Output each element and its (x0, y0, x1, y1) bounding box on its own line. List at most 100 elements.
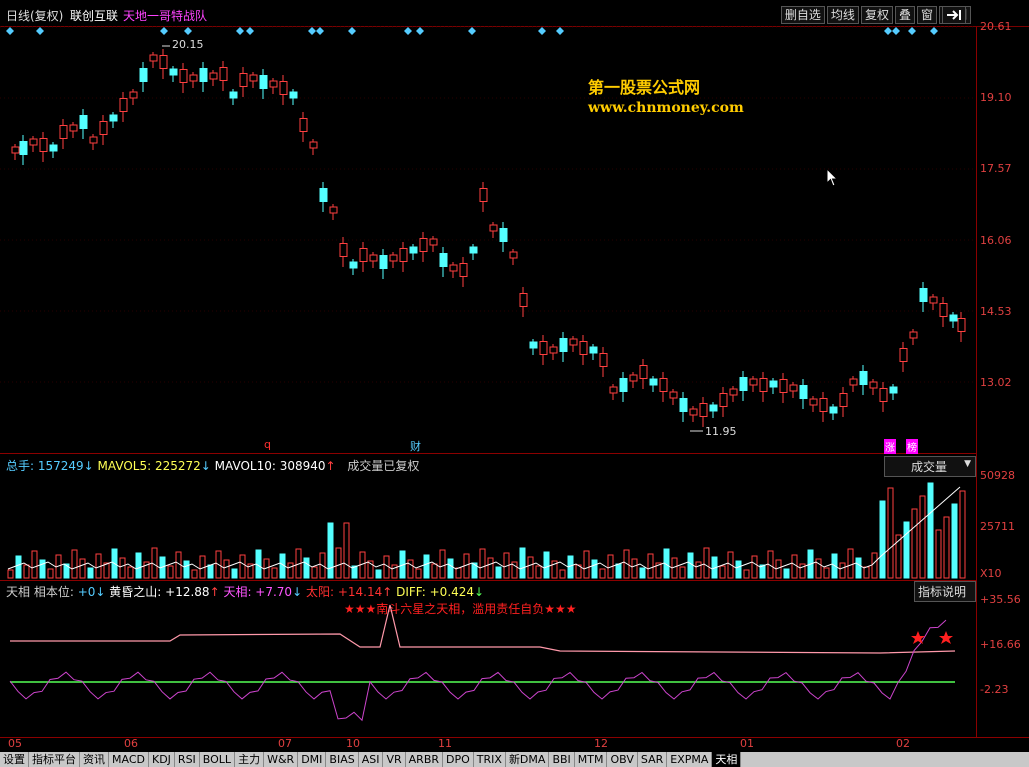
indicator-tab[interactable]: BBI (549, 752, 575, 767)
signal-diamond-icon (908, 27, 916, 35)
indicator-tab[interactable]: EXPMA (667, 752, 713, 767)
candle-body (11, 146, 20, 154)
indicator-tab[interactable]: DPO (443, 752, 474, 767)
volume-bar (31, 550, 38, 579)
indicator-tab[interactable]: ASI (359, 752, 384, 767)
volume-bar (119, 557, 126, 579)
volume-bar (519, 547, 526, 579)
indicator-tab[interactable]: DMI (298, 752, 327, 767)
candle-body (839, 393, 848, 407)
volume-bar (127, 566, 134, 579)
price-axis-label: 19.10 (980, 91, 1012, 104)
candle-body (719, 393, 728, 407)
volume-bar (647, 553, 654, 579)
indicator-tab[interactable]: 指标平台 (29, 752, 80, 767)
indicator-tab[interactable]: 主力 (235, 752, 265, 767)
volume-bar (591, 559, 598, 579)
signal-diamond-icon (892, 27, 900, 35)
candlestick-chart[interactable] (0, 0, 976, 453)
volume-bar (135, 552, 142, 579)
candle-body (957, 318, 966, 332)
volume-bar (783, 568, 790, 579)
volume-bar (543, 551, 550, 579)
volume-bar (47, 568, 54, 579)
volume-bar (719, 565, 726, 579)
volume-bar (927, 482, 934, 579)
x-axis-line (0, 737, 1029, 738)
volume-bar (495, 566, 502, 579)
candle-body (939, 303, 948, 317)
candle-body (929, 296, 938, 304)
volume-bar (631, 558, 638, 579)
signal-diamond-icon (184, 27, 192, 35)
taiyang-line (10, 604, 956, 654)
indicator-tab[interactable]: VR (383, 752, 406, 767)
x-axis-label: 05 (8, 737, 22, 750)
candle-body (409, 246, 418, 254)
candle-body (369, 254, 378, 262)
indicator-chart[interactable] (0, 581, 976, 737)
x-axis-label: 10 (346, 737, 360, 750)
volume-bar (687, 552, 694, 579)
indicator-tab[interactable]: MACD (109, 752, 149, 767)
indicator-tab[interactable]: KDJ (149, 752, 175, 767)
indicator-tab[interactable]: ARBR (406, 752, 444, 767)
indicator-tab[interactable]: 天相 (712, 752, 742, 767)
candle-body (439, 253, 448, 267)
candle-body (769, 380, 778, 388)
candle-body (919, 288, 928, 302)
signal-diamond-icon (404, 27, 412, 35)
indicator-tab[interactable]: RSI (175, 752, 200, 767)
indicator-axis-label: +35.56 (980, 593, 1021, 606)
volume-bar (375, 569, 382, 579)
candle-body (669, 391, 678, 399)
candle-body (469, 246, 478, 254)
volume-chart[interactable] (0, 454, 976, 580)
volume-bar (871, 552, 878, 579)
candle-body (859, 371, 868, 385)
candle-body (19, 141, 28, 155)
candle-body (899, 348, 908, 362)
candle-body (709, 404, 718, 412)
candle-body (339, 243, 348, 257)
star-icon (911, 631, 925, 644)
candle-body (479, 188, 488, 202)
candle-body (159, 55, 168, 69)
candle-body (139, 68, 148, 82)
indicator-tab[interactable]: W&R (264, 752, 299, 767)
candle-body (29, 138, 38, 146)
candle-body (109, 114, 118, 122)
indicator-tab[interactable]: BOLL (200, 752, 236, 767)
volume-bar (679, 566, 686, 579)
volume-bar (87, 567, 94, 579)
candle-body (729, 388, 738, 396)
volume-bar (911, 508, 918, 579)
indicator-tab[interactable]: SAR (638, 752, 668, 767)
volume-bar (879, 500, 886, 579)
volume-bar (559, 569, 566, 579)
candle-body (659, 378, 668, 392)
candle-body (639, 365, 648, 379)
volume-bar (15, 555, 22, 579)
volume-bar (815, 558, 822, 579)
volume-bar (311, 566, 318, 579)
volume-bar (287, 562, 294, 579)
candle-body (49, 144, 58, 152)
indicator-tab[interactable]: 新DMA (506, 752, 550, 767)
candle-body (699, 403, 708, 417)
candle-body (849, 378, 858, 386)
volume-bar (207, 564, 214, 579)
indicator-tab[interactable]: 资讯 (80, 752, 109, 767)
signal-diamond-icon (348, 27, 356, 35)
candle-body (189, 74, 198, 82)
candle-body (749, 378, 758, 386)
volume-bar (479, 548, 486, 579)
signal-diamond-icon (246, 27, 254, 35)
indicator-tab[interactable]: OBV (607, 752, 638, 767)
indicator-tab[interactable]: MTM (575, 752, 608, 767)
indicator-tab[interactable]: 设置 (0, 752, 29, 767)
candle-body (579, 341, 588, 355)
candle-body (39, 138, 48, 152)
indicator-tab[interactable]: TRIX (474, 752, 506, 767)
indicator-tab[interactable]: BIAS (326, 752, 359, 767)
